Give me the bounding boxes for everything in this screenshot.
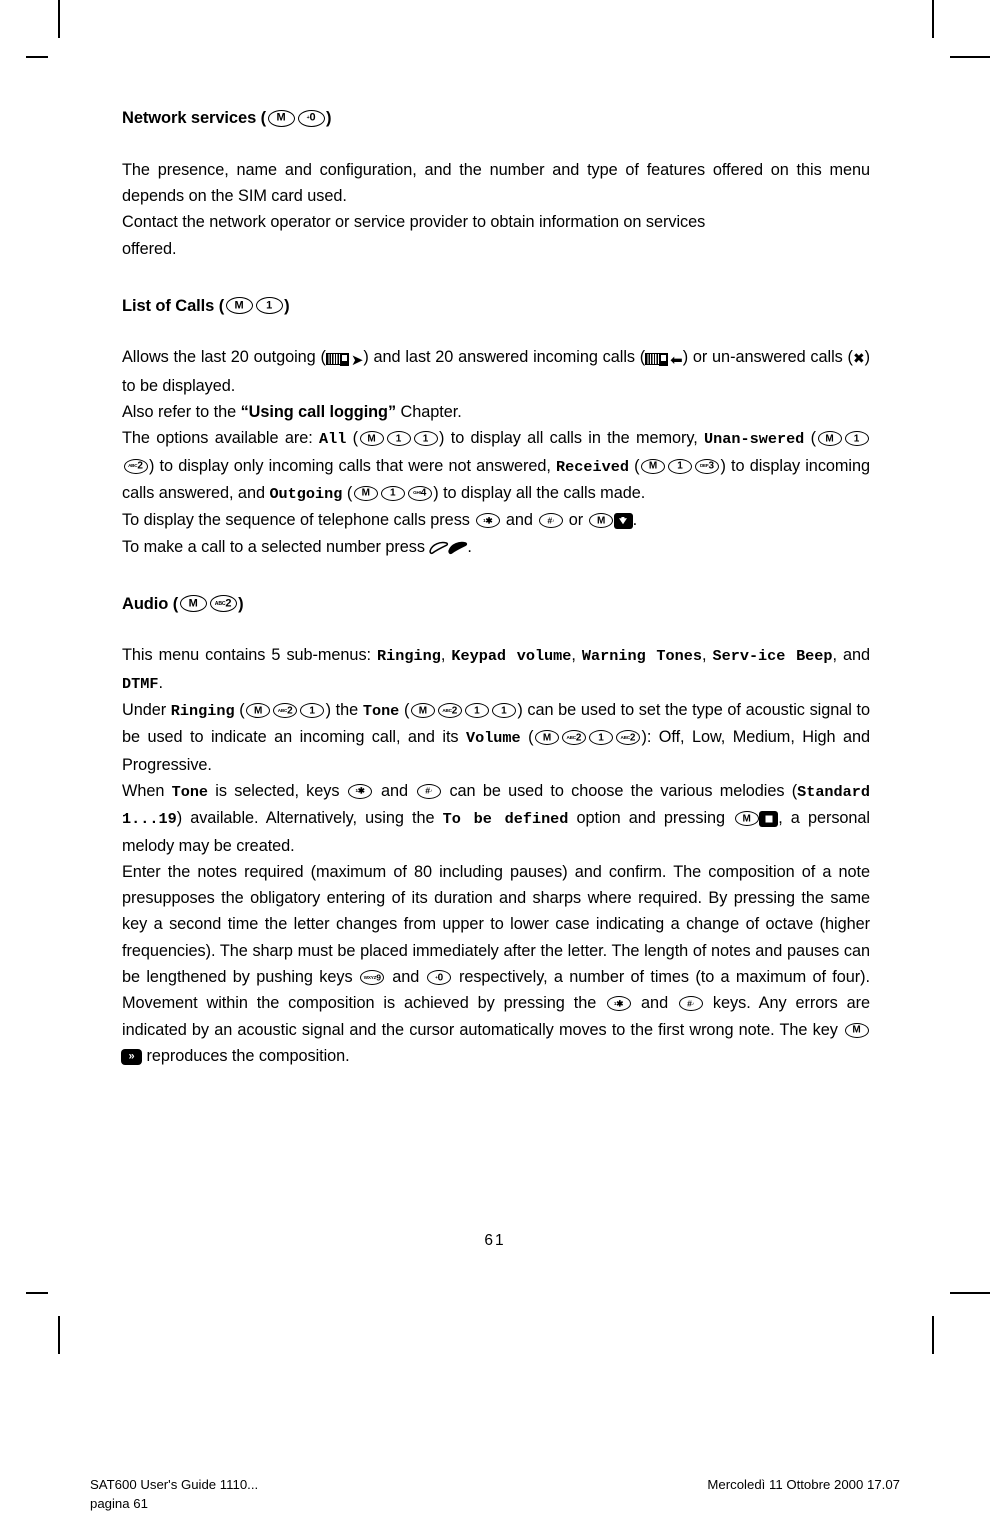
key-icon-3: DEF3	[695, 458, 719, 474]
key-icon-2: ABC2	[209, 595, 237, 613]
key-icon-m: M	[353, 485, 378, 501]
page-content: Network services (M +0) The presence, nam…	[121, 108, 871, 1069]
down-arrow-icon	[613, 513, 633, 530]
paragraph-network-services-2: Contact the network operator or service …	[122, 213, 706, 232]
key-icon-m: M	[179, 595, 207, 613]
paragraph-audio-submenus: This menu contains 5 sub-menus: Ringing,…	[122, 646, 871, 693]
footer-page-label: pagina 61	[90, 1496, 148, 1511]
key-icon-star: 1✱	[348, 783, 373, 799]
phone-arrow-right-icon: ➤	[325, 346, 363, 372]
footer-left: SAT600 User's Guide 1110... pagina 61	[90, 1475, 258, 1513]
phone-arrow-left-icon: ⬅	[645, 346, 683, 372]
missed-call-icon: ✖	[852, 351, 865, 368]
chapter-reference: “Using call logging”	[240, 403, 397, 422]
key-icon-1: 1	[668, 458, 692, 474]
crop-mark-top-left-vertical	[58, 0, 60, 38]
heading-audio-label: Audio (	[122, 594, 179, 613]
key-icon-m: M	[267, 109, 295, 127]
crop-mark-bottom-right-horizontal	[950, 1292, 990, 1294]
key-icon-m: M	[817, 431, 842, 447]
heading-audio: Audio (M ABC2)	[122, 594, 870, 615]
paragraph-list-of-calls-2: Also refer to the “Using call logging” C…	[122, 403, 462, 422]
page-number: 61	[484, 1232, 506, 1249]
submenu-warning-tones: Warning Tones	[581, 647, 702, 666]
paragraph-audio-notes: Enter the notes required (maximum of 80 …	[121, 862, 871, 1065]
heading-list-of-calls: List of Calls (M 1)	[122, 296, 870, 317]
heading-list-of-calls-label: List of Calls (	[122, 296, 225, 315]
handset-outline-icon	[428, 540, 449, 555]
key-icon-star: 1✱	[475, 513, 500, 529]
menu-tone: Tone	[362, 702, 400, 721]
footer-timestamp: Mercoledì 11 Ottobre 2000 17.07	[707, 1477, 900, 1492]
paragraph-list-of-calls-options: The options available are: All (M 1 1) to …	[122, 429, 871, 503]
key-icon-0: +0	[427, 970, 452, 985]
crop-mark-top-right-vertical	[932, 0, 934, 38]
crop-mark-top-left-horizontal	[26, 56, 48, 58]
key-icon-1: 1	[413, 431, 438, 447]
key-icon-2: ABC2	[273, 703, 298, 719]
menu-volume: Volume	[465, 729, 521, 748]
key-icon-4: GHI4	[407, 485, 432, 501]
key-icon-1: 1	[464, 703, 489, 719]
key-icon-hash: #♪	[416, 783, 441, 799]
key-icon-1: 1	[844, 431, 869, 447]
key-icon-m: M	[225, 297, 253, 315]
key-icon-1: 1	[255, 297, 283, 315]
key-icon-hash: #♪	[678, 996, 703, 1012]
key-icon-m: M	[246, 703, 271, 719]
crop-mark-top-right-horizontal	[950, 56, 990, 58]
key-icon-1: 1	[300, 703, 325, 719]
paragraph-audio-tone-melodies: When Tone is selected, keys 1✱ and #♪ ca…	[122, 781, 871, 855]
paragraph-list-of-calls-sequence: To display the sequence of telephone cal…	[122, 511, 638, 530]
key-icon-star: 1✱	[606, 996, 631, 1012]
menu-tone: Tone	[171, 782, 209, 801]
paragraph-network-services-3: offered.	[122, 239, 177, 258]
key-icon-m: M	[641, 458, 665, 474]
key-icon-1: 1	[380, 485, 405, 501]
menu-to-be-defined: To be defined	[442, 810, 569, 829]
key-icon-1: 1	[588, 730, 613, 746]
paragraph-network-services-1: The presence, name and configuration, an…	[122, 160, 870, 205]
key-icon-m: M	[359, 431, 384, 447]
heading-network-services-close: )	[326, 109, 332, 127]
key-icon-2: ABC2	[123, 458, 148, 474]
page-footer: SAT600 User's Guide 1110... pagina 61 Me…	[90, 1475, 900, 1513]
handset-filled-icon	[447, 540, 468, 555]
heading-audio-close: )	[238, 594, 244, 613]
menu-option-all: All	[319, 430, 347, 449]
paragraph-audio-ringing: Under Ringing (M ABC2 1) the Tone (M ABC2 1 1…	[122, 701, 870, 774]
submenu-service-beep: Serv-ice Beep	[712, 647, 833, 666]
crop-mark-bottom-left-vertical	[58, 1316, 60, 1354]
heading-list-of-calls-close: )	[284, 296, 290, 315]
submenu-ringing: Ringing	[377, 647, 441, 666]
submenu-dtmf: DTMF	[122, 674, 159, 693]
heading-network-services-label: Network services (	[122, 109, 267, 127]
stop-square-icon	[759, 811, 779, 828]
key-icon-1: 1	[491, 703, 516, 719]
paragraph-list-of-calls-makecall: To make a call to a selected number pres…	[122, 537, 472, 556]
key-icon-1: 1	[386, 431, 411, 447]
key-icon-hash: #♪	[538, 513, 563, 529]
key-icon-m: M	[844, 1022, 869, 1038]
paragraph-list-of-calls-1: Allows the last 20 outgoing (➤) and last…	[122, 346, 870, 395]
key-icon-2: ABC2	[615, 730, 640, 746]
key-icon-m: M	[589, 513, 614, 529]
crop-mark-bottom-left-horizontal	[26, 1292, 48, 1294]
key-icon-2: ABC2	[561, 730, 586, 746]
play-forward-icon: »	[121, 1048, 142, 1065]
key-icon-m: M	[410, 703, 435, 719]
menu-option-received: Received	[556, 457, 629, 476]
key-icon-2: ABC2	[437, 703, 462, 719]
heading-network-services: Network services (M +0)	[122, 108, 870, 129]
submenu-keypad-volume: Keypad volume	[451, 647, 572, 666]
menu-ringing: Ringing	[170, 702, 235, 721]
key-icon-m: M	[734, 811, 759, 827]
footer-document-title: SAT600 User's Guide 1110...	[90, 1477, 259, 1492]
menu-option-unanswered: Unan-swered	[704, 430, 805, 449]
menu-option-outgoing: Outgoing	[269, 484, 343, 503]
crop-mark-bottom-right-vertical	[932, 1316, 934, 1354]
key-icon-9: WXYZ9	[360, 970, 385, 985]
key-icon-0: +0	[297, 109, 325, 127]
key-icon-m: M	[534, 730, 559, 746]
